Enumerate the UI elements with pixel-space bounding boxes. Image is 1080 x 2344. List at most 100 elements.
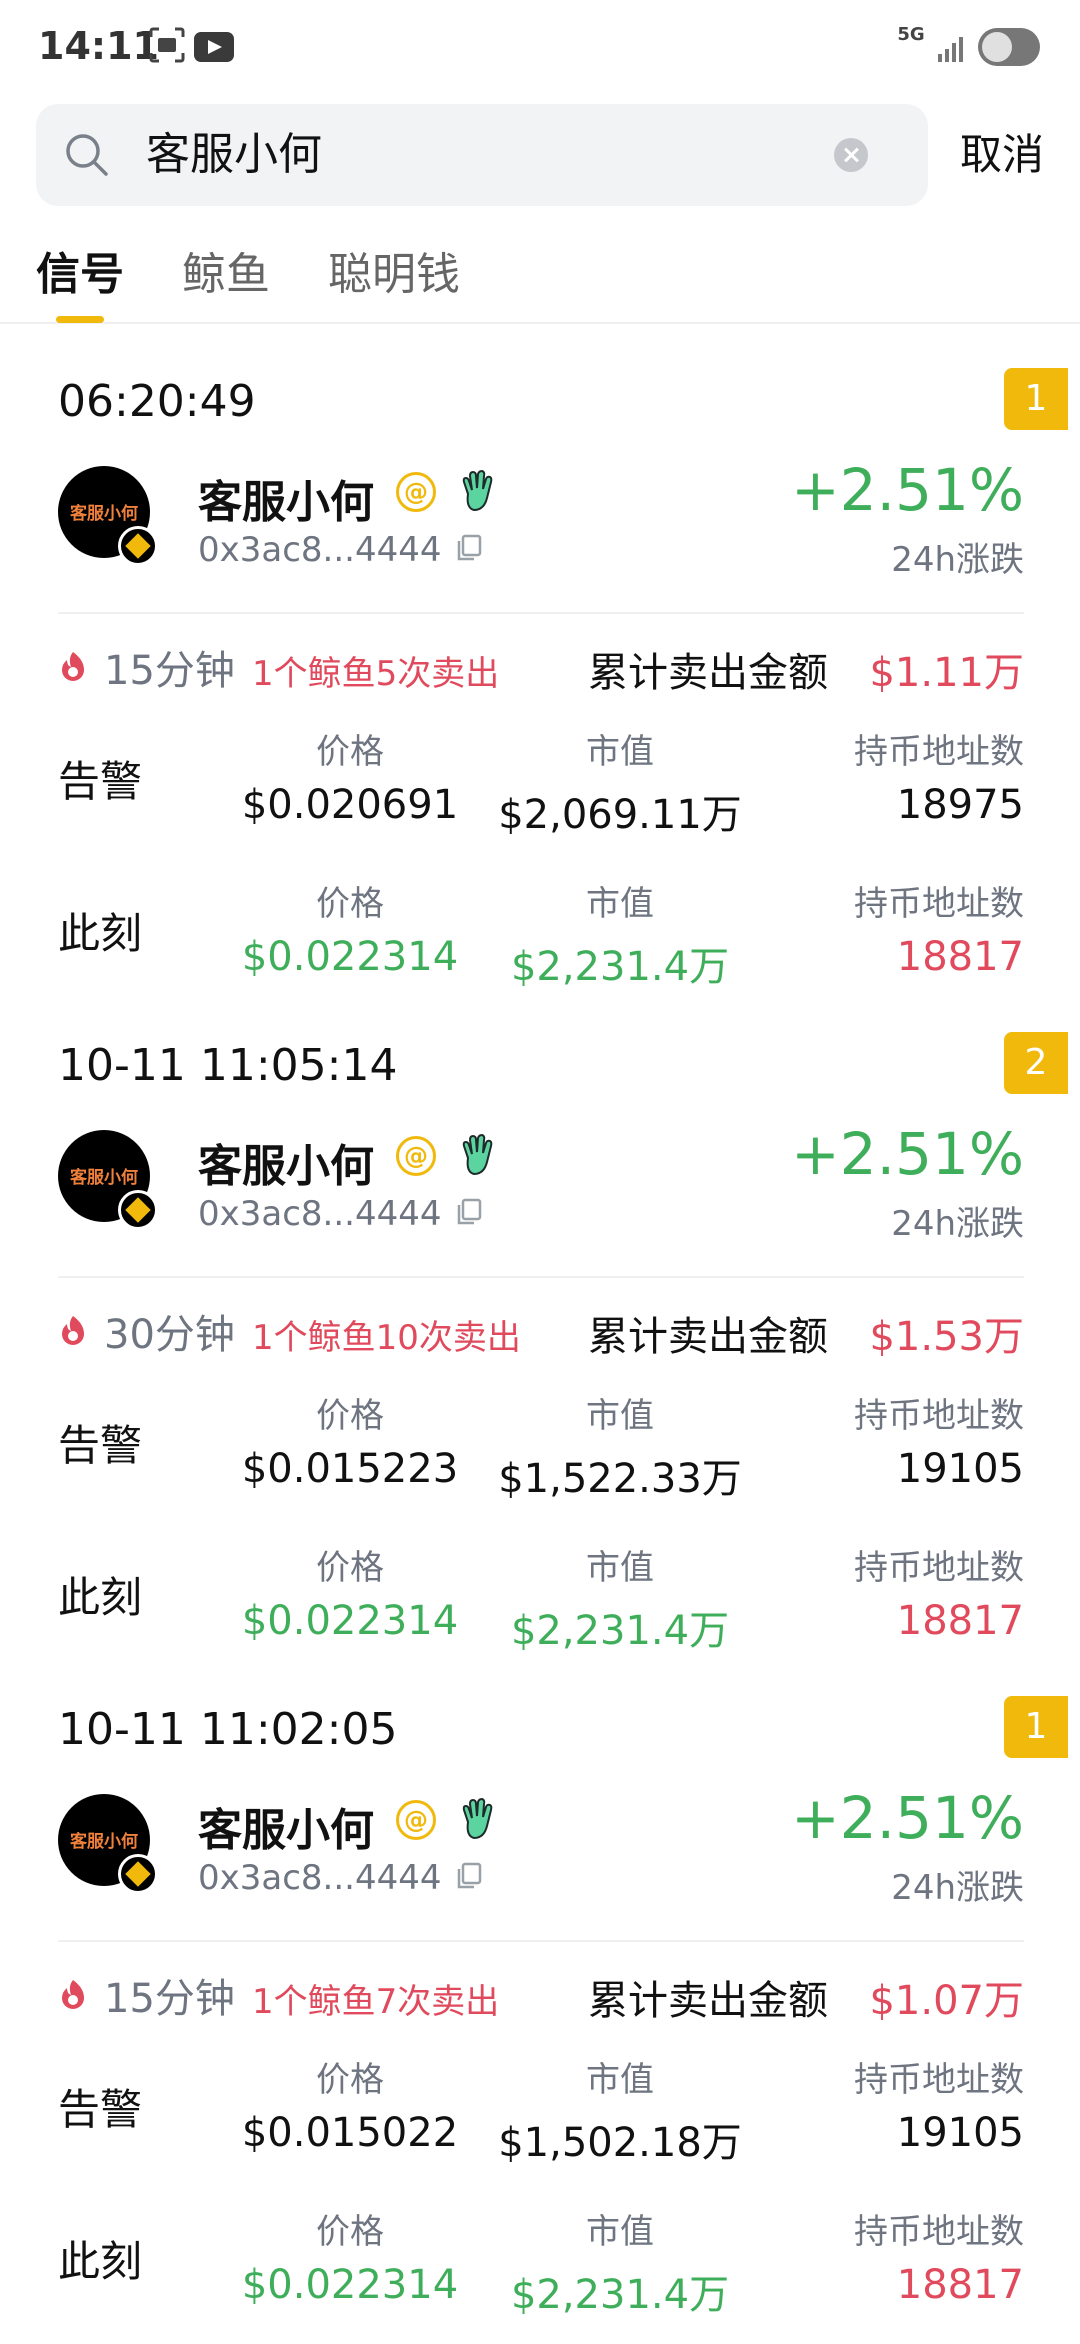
- whale-activity: 1个鲸鱼10次卖出: [252, 1318, 521, 1358]
- hand-icon[interactable]: [460, 470, 496, 512]
- whale-activity: 1个鲸鱼7次卖出: [252, 1982, 500, 2022]
- tab-whale[interactable]: 鲸鱼: [182, 238, 270, 302]
- holders-header: 持币地址数: [854, 1396, 1024, 1436]
- divider: [58, 612, 1024, 614]
- signal-card[interactable]: 10-11 11:05:14 2 客服小何 客服小何 @ 0x3ac8...44…: [0, 1016, 1080, 1680]
- copy-icon[interactable]: [456, 534, 482, 562]
- screenshot-icon: [149, 27, 185, 63]
- avatar: 客服小何: [58, 1794, 158, 1894]
- alert-price: $0.015022: [241, 2110, 459, 2156]
- copy-icon[interactable]: [456, 1862, 482, 1890]
- bnb-chain-icon: [118, 1854, 158, 1894]
- market-cap-header: 市值: [586, 2060, 654, 2100]
- price-change: +2.51%: [791, 456, 1024, 524]
- network-5g-icon: 5G: [897, 24, 925, 45]
- now-label: 此刻: [58, 2237, 143, 2286]
- market-cap-header: 市值: [586, 732, 654, 772]
- total-sell-label: 累计卖出金额: [588, 1978, 828, 2024]
- tab-smart-money[interactable]: 聪明钱: [328, 238, 460, 302]
- token-name[interactable]: 客服小何: [198, 466, 374, 530]
- alert-market-cap: $1,502.18万: [498, 2120, 742, 2166]
- price-change: +2.51%: [791, 1120, 1024, 1188]
- rank-badge: 2: [1004, 1032, 1068, 1094]
- contract-address: 0x3ac8...4444: [198, 530, 442, 570]
- youtube-icon: [194, 32, 234, 62]
- market-cap-header: 市值: [586, 1396, 654, 1436]
- avatar: 客服小何: [58, 1130, 158, 1230]
- active-tab-indicator: [56, 316, 104, 323]
- total-sell-value: $1.11万: [869, 650, 1024, 696]
- now-market-cap: $2,231.4万: [510, 2272, 730, 2318]
- change-label: 24h涨跌: [891, 1204, 1024, 1244]
- alert-price: $0.015223: [241, 1446, 459, 1492]
- copy-icon[interactable]: [456, 1198, 482, 1226]
- search-bar[interactable]: [36, 104, 928, 206]
- clear-icon[interactable]: [834, 138, 868, 172]
- alert-label: 告警: [58, 757, 143, 806]
- market-cap-header: 市值: [586, 884, 654, 924]
- total-sell-label: 累计卖出金额: [588, 650, 828, 696]
- now-label: 此刻: [58, 1573, 143, 1622]
- token-name[interactable]: 客服小何: [198, 1130, 374, 1194]
- fire-icon: [62, 1316, 84, 1345]
- now-holders: 18817: [896, 1598, 1024, 1644]
- tab-signal[interactable]: 信号: [36, 238, 124, 302]
- alert-price: $0.020691: [241, 782, 459, 828]
- at-icon[interactable]: @: [396, 472, 436, 512]
- window-duration: 15分钟: [104, 1976, 235, 2022]
- alert-holders: 19105: [896, 1446, 1024, 1492]
- whale-activity: 1个鲸鱼5次卖出: [252, 654, 500, 694]
- alert-holders: 18975: [896, 782, 1024, 828]
- alert-market-cap: $2,069.11万: [498, 792, 742, 838]
- price-header: 价格: [316, 884, 384, 924]
- hand-icon[interactable]: [460, 1798, 496, 1840]
- holders-header: 持币地址数: [854, 1548, 1024, 1588]
- fire-icon: [62, 1980, 84, 2009]
- now-label: 此刻: [58, 909, 143, 958]
- rank-badge: 1: [1004, 1696, 1068, 1758]
- market-cap-header: 市值: [586, 1548, 654, 1588]
- window-duration: 30分钟: [104, 1312, 235, 1358]
- cancel-button[interactable]: 取消: [960, 104, 1044, 206]
- now-price: $0.022314: [241, 2262, 459, 2308]
- now-price: $0.022314: [241, 1598, 459, 1644]
- change-label: 24h涨跌: [891, 540, 1024, 580]
- signal-icon: [938, 37, 963, 62]
- divider: [58, 1940, 1024, 1942]
- window-duration: 15分钟: [104, 648, 235, 694]
- holders-header: 持币地址数: [854, 884, 1024, 924]
- tab-bar: 信号 鲸鱼 聪明钱: [0, 230, 1080, 324]
- total-sell-value: $1.07万: [869, 1978, 1024, 2024]
- price-header: 价格: [316, 2212, 384, 2252]
- bnb-chain-icon: [118, 526, 158, 566]
- avatar-label: 客服小何: [70, 1832, 138, 1852]
- search-input[interactable]: [146, 104, 846, 206]
- price-header: 价格: [316, 2060, 384, 2100]
- alert-holders: 19105: [896, 2110, 1024, 2156]
- signal-card[interactable]: 10-11 11:02:05 1 客服小何 客服小何 @ 0x3ac8...44…: [0, 1680, 1080, 2344]
- signal-card[interactable]: 06:20:49 1 客服小何 客服小何 @ 0x3ac8...4444 +2.…: [0, 352, 1080, 1016]
- avatar-label: 客服小何: [70, 1168, 138, 1188]
- bnb-chain-icon: [118, 1190, 158, 1230]
- now-holders: 18817: [896, 934, 1024, 980]
- holders-header: 持币地址数: [854, 732, 1024, 772]
- price-header: 价格: [316, 732, 384, 772]
- status-time: 14:11: [38, 24, 159, 68]
- now-market-cap: $2,231.4万: [510, 944, 730, 990]
- now-holders: 18817: [896, 2262, 1024, 2308]
- alert-label: 告警: [58, 1421, 143, 1470]
- alert-market-cap: $1,522.33万: [498, 1456, 742, 1502]
- change-label: 24h涨跌: [891, 1868, 1024, 1908]
- hand-icon[interactable]: [460, 1134, 496, 1176]
- alert-label: 告警: [58, 2085, 143, 2134]
- at-icon[interactable]: @: [396, 1136, 436, 1176]
- status-bar: 14:11 5G: [0, 0, 1080, 96]
- total-sell-value: $1.53万: [869, 1314, 1024, 1360]
- total-sell-label: 累计卖出金额: [588, 1314, 828, 1360]
- token-name[interactable]: 客服小何: [198, 1794, 374, 1858]
- avatar: 客服小何: [58, 466, 158, 566]
- price-header: 价格: [316, 1548, 384, 1588]
- signal-time: 06:20:49: [58, 376, 256, 427]
- divider: [58, 1276, 1024, 1278]
- at-icon[interactable]: @: [396, 1800, 436, 1840]
